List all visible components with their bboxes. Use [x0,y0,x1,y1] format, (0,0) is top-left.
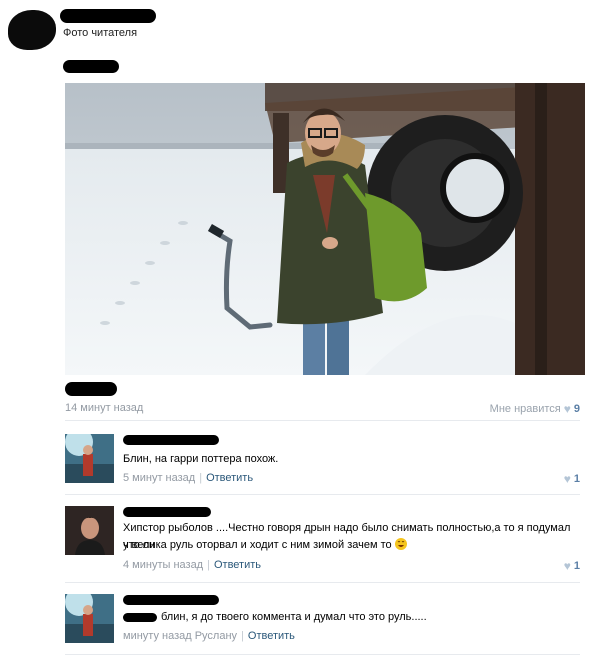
separator: | [207,559,210,571]
divider [65,420,580,421]
comment-likes-count: 1 [573,560,580,572]
avatar-image [65,434,114,483]
reply-link[interactable]: Ответить [206,472,253,484]
post-photo[interactable] [65,83,585,375]
heart-icon: ♥ [563,402,571,416]
post-timestamp[interactable]: 14 минут назад [65,402,143,414]
commenter-name-redacted[interactable] [123,595,219,605]
comment-text-line2-wrap: у велика руль оторвал и ходит с ним зимо… [123,537,407,554]
post-author-redacted[interactable] [63,60,119,73]
avatar-image [65,594,114,643]
heart-icon: ♥ [563,559,571,573]
photo-illustration [65,83,585,375]
post-subtitle: Фото читателя [63,27,138,39]
comment-item: Хипстор рыболов ....Честно говоря дрын н… [65,506,580,576]
comment-like-button[interactable]: ♥ 1 [564,472,580,486]
commenter-name-redacted[interactable] [123,435,219,445]
divider [65,494,580,495]
author-avatar-redacted[interactable] [8,10,56,50]
comment-text: блин, я до твоего коммента и думал что э… [161,611,427,623]
post-like-button[interactable]: Мне нравится ♥ 9 [490,402,580,416]
comment-text-line2: у велика руль оторвал и ходит с ним зимо… [123,539,392,551]
comment-time[interactable]: минуту назад Руслану [123,630,237,642]
comment-item: Блин, на гарри поттера похож. 5 минут на… [65,434,580,490]
commenter-name-redacted[interactable] [123,507,211,517]
post-meta-redacted [65,382,117,396]
reply-link[interactable]: Ответить [248,630,295,642]
comment-time[interactable]: 4 минуты назад [123,559,203,571]
comment-text: Блин, на гарри поттера похож. [123,453,279,465]
reply-link[interactable]: Ответить [214,559,261,571]
comment-time[interactable]: 5 минут назад [123,472,195,484]
laughing-emoji-icon [394,538,407,550]
divider [65,582,580,583]
addressee-name-redacted[interactable] [123,613,157,622]
comment-avatar[interactable] [65,434,114,483]
avatar-image [65,506,114,555]
comment-avatar[interactable] [65,594,114,643]
separator: | [199,472,203,484]
comment-like-button[interactable]: ♥ 1 [564,559,580,573]
comment-meta: минуту назад Руслану | Ответить [123,630,295,642]
post-likes-count: 9 [573,403,580,415]
post-likes-label: Мне нравится [489,403,561,415]
divider [65,654,580,655]
comment-meta: 4 минуты назад | Ответить [123,559,261,571]
separator: | [241,630,244,642]
comment-avatar[interactable] [65,506,114,555]
author-name-redacted[interactable] [60,9,156,23]
heart-icon: ♥ [563,472,571,486]
comment-likes-count: 1 [573,473,580,485]
comment-meta: 5 минут назад | Ответить [123,472,253,484]
comment-item: блин, я до твоего коммента и думал что э… [65,594,580,650]
